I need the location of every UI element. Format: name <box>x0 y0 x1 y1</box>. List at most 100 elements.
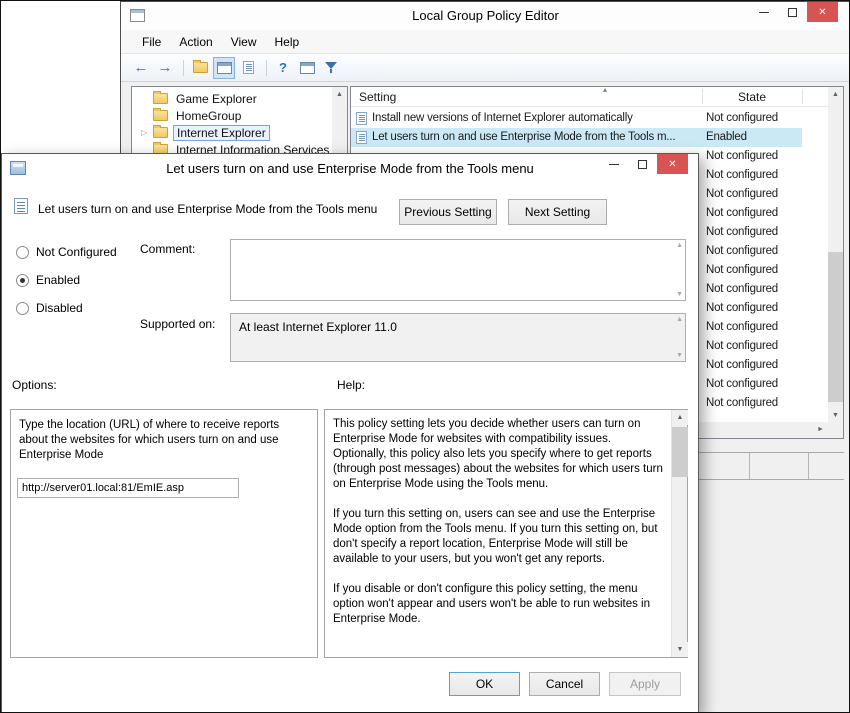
radio-label: Disabled <box>36 301 83 315</box>
setting-state: Not configured <box>706 359 801 371</box>
setting-state: Not configured <box>706 340 801 352</box>
scrollbar-thumb[interactable] <box>672 427 688 477</box>
column-divider[interactable] <box>702 89 703 104</box>
toolbar: ← → ? <box>121 54 850 82</box>
policy-row[interactable]: Install new versions of Internet Explore… <box>351 109 802 128</box>
main-titlebar[interactable]: Local Group Policy Editor ✕ <box>121 2 850 30</box>
help-scrollbar[interactable]: ▲ ▼ <box>671 410 687 657</box>
apply-button: Apply <box>609 672 681 696</box>
window-controls: ✕ <box>749 2 838 22</box>
setting-state: Not configured <box>706 169 801 181</box>
setting-state: Not configured <box>706 283 801 295</box>
setting-state: Enabled <box>706 131 801 143</box>
tree-item-label: Internet Explorer <box>173 125 270 141</box>
list-header: ▴ Setting State <box>351 87 843 107</box>
menu-help[interactable]: Help <box>266 35 309 49</box>
radio-button-icon[interactable] <box>16 274 29 287</box>
screen: Local Group Policy Editor ✕ File Action … <box>0 0 850 713</box>
minimize-button[interactable] <box>749 2 778 22</box>
comment-field[interactable]: ▲ ▼ <box>230 239 686 301</box>
help-icon: ? <box>279 61 287 74</box>
up-one-level-button[interactable] <box>189 57 211 79</box>
help-label: Help: <box>337 378 365 392</box>
scrollbar-thumb[interactable] <box>828 252 843 402</box>
back-button[interactable]: ← <box>130 57 152 79</box>
radio-enabled[interactable]: Enabled <box>16 272 117 288</box>
radio-button-icon[interactable] <box>16 246 29 259</box>
show-console-tree-button[interactable] <box>213 57 235 79</box>
maximize-icon <box>638 160 647 169</box>
cancel-button[interactable]: Cancel <box>529 672 600 696</box>
radio-label: Not Configured <box>36 245 117 259</box>
radio-not-configured[interactable]: Not Configured <box>16 244 117 260</box>
radio-disabled[interactable]: Disabled <box>16 300 117 316</box>
scroll-up-icon: ▲ <box>676 316 683 323</box>
dialog-maximize-button[interactable] <box>628 154 657 174</box>
maximize-button[interactable] <box>778 2 807 22</box>
previous-setting-button[interactable]: Previous Setting <box>399 199 497 225</box>
back-icon: ← <box>134 60 149 75</box>
help-button[interactable]: ? <box>272 57 294 79</box>
chevron-expand-icon[interactable]: ▷ <box>141 128 153 137</box>
setting-state: Not configured <box>706 150 801 162</box>
setting-state: Not configured <box>706 245 801 257</box>
toolbar-separator <box>266 60 267 76</box>
export-list-button[interactable] <box>237 57 259 79</box>
scroll-down-icon[interactable]: ▼ <box>828 408 843 423</box>
policy-setting-dialog: Let users turn on and use Enterprise Mod… <box>1 153 699 713</box>
scroll-down-icon[interactable]: ▼ <box>672 642 688 657</box>
forward-button[interactable]: → <box>154 57 176 79</box>
folder-icon <box>153 127 168 138</box>
scrollbar-corner <box>828 422 843 438</box>
setting-state: Not configured <box>706 321 801 333</box>
report-url-input[interactable] <box>17 478 239 498</box>
setting-state: Not configured <box>706 302 801 314</box>
ok-button[interactable]: OK <box>449 672 520 696</box>
supported-on-field: At least Internet Explorer 11.0 ▲ ▼ <box>230 313 686 362</box>
radio-group: Not Configured Enabled Disabled <box>16 244 117 328</box>
policy-setting-icon <box>356 112 367 125</box>
column-divider[interactable] <box>802 89 803 104</box>
scroll-right-icon[interactable]: ► <box>813 422 828 437</box>
comment-label: Comment: <box>140 242 195 256</box>
next-setting-button[interactable]: Next Setting <box>508 199 607 225</box>
tree-items: Game Explorer HomeGroup ▷ Internet Explorer… <box>132 87 347 158</box>
scroll-down-icon: ▼ <box>676 352 683 359</box>
setting-state: Not configured <box>706 112 801 124</box>
dialog-titlebar[interactable]: Let users turn on and use Enterprise Mod… <box>2 154 698 183</box>
setting-state: Not configured <box>706 378 801 390</box>
menu-view[interactable]: View <box>222 35 266 49</box>
dialog-window-controls: ✕ <box>599 154 688 174</box>
folder-up-icon <box>193 62 208 73</box>
forward-icon: → <box>158 60 173 75</box>
comment-textarea[interactable] <box>231 240 685 300</box>
menu-action[interactable]: Action <box>170 35 221 49</box>
supported-on-label: Supported on: <box>140 317 215 331</box>
toolbar-separator <box>183 60 184 76</box>
standard-view-button[interactable] <box>296 57 318 79</box>
dialog-minimize-button[interactable] <box>599 154 628 174</box>
menubar: File Action View Help <box>121 30 850 54</box>
policy-row[interactable]: Let users turn on and use Enterprise Mod… <box>351 128 802 147</box>
tree-item-internet-explorer[interactable]: ▷ Internet Explorer <box>132 124 347 141</box>
folder-icon <box>153 93 168 104</box>
tree-item-label: HomeGroup <box>173 109 244 123</box>
filter-icon <box>325 62 337 73</box>
tree-item-homegroup[interactable]: HomeGroup <box>132 107 347 124</box>
scroll-up-icon[interactable]: ▲ <box>672 410 688 425</box>
setting-state: Not configured <box>706 188 801 200</box>
scroll-up-icon[interactable]: ▲ <box>332 87 347 102</box>
sort-ascending-icon: ▴ <box>603 86 607 94</box>
minimize-icon <box>609 164 619 165</box>
radio-button-icon[interactable] <box>16 302 29 315</box>
menu-file[interactable]: File <box>133 35 170 49</box>
scroll-up-icon[interactable]: ▲ <box>828 87 843 102</box>
dialog-close-button[interactable]: ✕ <box>657 154 688 174</box>
column-header-setting[interactable]: Setting <box>359 90 396 104</box>
column-header-state[interactable]: State <box>702 90 802 104</box>
tree-item-game-explorer[interactable]: Game Explorer <box>132 90 347 107</box>
filter-button[interactable] <box>320 57 342 79</box>
close-button[interactable]: ✕ <box>807 2 838 22</box>
list-vertical-scrollbar[interactable]: ▲ ▼ <box>828 87 843 423</box>
dialog-title: Let users turn on and use Enterprise Mod… <box>2 161 698 176</box>
